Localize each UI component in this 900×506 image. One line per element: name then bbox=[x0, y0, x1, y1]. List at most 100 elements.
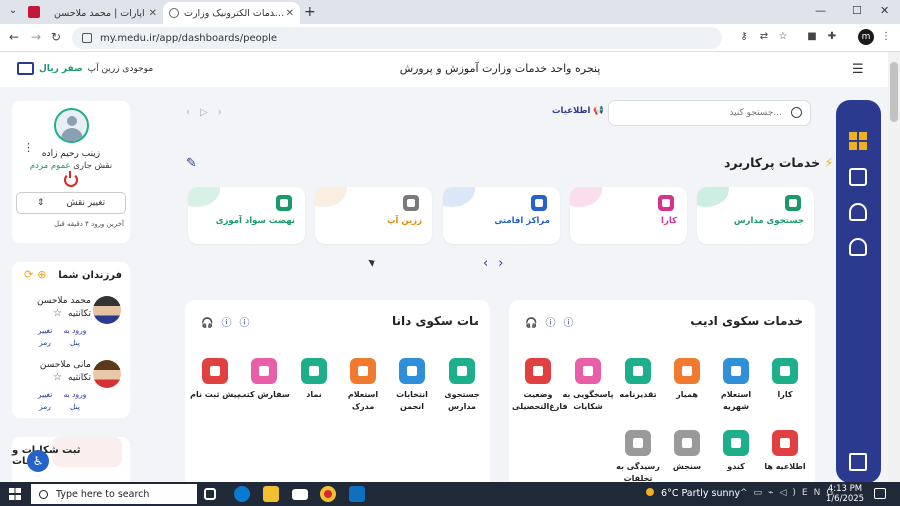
carousel-next-icon[interactable]: › bbox=[498, 256, 513, 271]
tab-search-icon[interactable]: ⌄ bbox=[6, 5, 20, 19]
edge-browser-icon[interactable] bbox=[234, 486, 250, 502]
browser-tab-medu[interactable]: پنجره واحد خدمات الکترونیک وزارت ✕ bbox=[163, 2, 300, 24]
service-icon bbox=[772, 430, 798, 456]
taskbar-search[interactable]: Type here to search bbox=[31, 484, 197, 504]
service-item[interactable]: کارا bbox=[759, 358, 811, 401]
student-cap-icon[interactable] bbox=[849, 203, 867, 221]
service-item[interactable]: جستجوی مدارس bbox=[436, 358, 488, 413]
service-icon bbox=[276, 195, 292, 211]
hamburger-menu-icon[interactable]: ☰ bbox=[852, 62, 864, 77]
graduate-icon[interactable] bbox=[849, 238, 867, 256]
file-explorer-icon[interactable] bbox=[263, 486, 279, 502]
service-item[interactable]: اطلاعیه ها bbox=[759, 430, 811, 473]
service-item[interactable]: انتخابات انجمن bbox=[386, 358, 438, 413]
announcements-link[interactable]: اطلاعیات 📢 bbox=[552, 106, 607, 116]
extensions-puzzle-icon[interactable]: ✚ bbox=[826, 31, 838, 43]
page-scrollbar[interactable] bbox=[888, 52, 900, 482]
service-label: تقدیرنامه bbox=[619, 390, 657, 399]
password-key-icon[interactable]: ⚷ bbox=[738, 31, 750, 43]
change-password-link[interactable]: تغییر رمز bbox=[31, 325, 59, 349]
address-bar[interactable]: my.medu.ir/app/dashboards/people bbox=[72, 27, 722, 49]
service-label: کارا bbox=[777, 390, 793, 399]
new-tab-icon[interactable]: + bbox=[304, 4, 316, 20]
service-item[interactable]: کندو bbox=[710, 430, 762, 473]
taskbar-clock[interactable]: 4:13 PM 1/6/2025 bbox=[822, 484, 868, 504]
service-item[interactable]: سفارش کتب bbox=[238, 358, 290, 401]
translate-icon[interactable]: ⇄ bbox=[758, 31, 770, 43]
windows-taskbar: Type here to search 6°C Partly sunny ^▭⌁… bbox=[0, 482, 900, 506]
mail-icon[interactable] bbox=[292, 489, 308, 500]
fast-service-card[interactable]: مراکز اقامتی bbox=[443, 187, 560, 244]
service-item[interactable]: پاسخگویی به شکایات bbox=[562, 358, 614, 413]
fast-service-card[interactable]: زرین آپ bbox=[315, 187, 432, 244]
wallet-icon bbox=[17, 62, 34, 75]
bookmark-star-icon[interactable]: ☆ bbox=[777, 31, 789, 43]
service-icon bbox=[399, 358, 425, 384]
search-icon[interactable] bbox=[791, 107, 802, 118]
service-label: جستجوی مدارس bbox=[444, 390, 480, 411]
outlook-icon[interactable] bbox=[349, 486, 365, 502]
panel-header-icons[interactable]: 🎧ⓘⓘ bbox=[525, 314, 581, 329]
service-item[interactable]: نماد bbox=[288, 358, 340, 401]
tab-close-icon[interactable]: ✕ bbox=[149, 8, 157, 19]
browser-menu-icon[interactable]: ⋮ bbox=[880, 31, 892, 43]
service-icon bbox=[625, 430, 651, 456]
service-icon bbox=[658, 195, 674, 211]
forward-icon[interactable]: → bbox=[31, 30, 41, 44]
task-view-icon[interactable] bbox=[204, 488, 216, 500]
profile-avatar[interactable]: m bbox=[858, 29, 874, 45]
service-item[interactable]: وضعیت فارغ‌التحصیلی bbox=[512, 358, 568, 413]
favorite-star-icon[interactable]: ☆ bbox=[53, 372, 62, 383]
close-window-icon[interactable]: ✕ bbox=[880, 4, 889, 17]
fast-service-card[interactable]: جستجوی مدارس bbox=[697, 187, 814, 244]
service-item[interactable]: استعلام مدرک bbox=[337, 358, 389, 413]
change-password-link[interactable]: تغییر رمز bbox=[31, 389, 59, 413]
clock-date: 1/6/2025 bbox=[825, 494, 865, 504]
service-item[interactable]: استعلام شهریه bbox=[710, 358, 762, 413]
tab-close-icon[interactable]: ✕ bbox=[286, 8, 294, 19]
panel-header-icons[interactable]: 🎧ⓘⓘ bbox=[201, 314, 257, 329]
notifications-icon[interactable] bbox=[874, 488, 886, 499]
search-box[interactable]: جستجو کنید... bbox=[608, 100, 811, 126]
change-role-select[interactable]: ⇕ تغییر نقش bbox=[16, 192, 126, 214]
dashboard-grid-icon[interactable] bbox=[849, 132, 867, 150]
extension-icon[interactable]: ■ bbox=[806, 31, 818, 43]
service-item[interactable]: همیار bbox=[661, 358, 713, 401]
support-icon: 🎧 bbox=[525, 318, 546, 329]
windows-start-icon[interactable] bbox=[9, 488, 21, 500]
wallet-balance[interactable]: موجودی زرین آپ صفر ریال bbox=[17, 62, 153, 75]
edit-pencil-icon[interactable]: ✎ bbox=[186, 156, 197, 171]
fast-service-card[interactable]: نهضت سواد آموزی bbox=[188, 187, 305, 244]
service-label: جستجوی مدارس bbox=[733, 216, 804, 226]
enter-panel-link[interactable]: ورود به پنل bbox=[61, 389, 89, 413]
service-item[interactable]: تقدیرنامه bbox=[612, 358, 664, 401]
maximize-icon[interactable]: ☐ bbox=[852, 4, 862, 17]
role-label: نقش جاری bbox=[73, 161, 113, 171]
minimize-icon[interactable]: — bbox=[815, 4, 826, 17]
child-name: محمد ملاحسن bbox=[36, 296, 91, 306]
logout-power-icon[interactable] bbox=[64, 171, 78, 187]
site-info-icon[interactable] bbox=[82, 33, 92, 43]
child-photo bbox=[93, 296, 121, 324]
browser-tab-aparat[interactable]: آپارات | محمد ملاحسن ✕ bbox=[48, 2, 163, 24]
media-controls[interactable]: ‹▷› bbox=[186, 107, 232, 118]
fast-service-card[interactable]: کارا bbox=[570, 187, 687, 244]
reload-icon[interactable]: ↻ bbox=[51, 30, 61, 44]
carousel-nav[interactable]: ‹› bbox=[483, 256, 513, 271]
weather-temperature: 6°C bbox=[661, 488, 679, 499]
carousel-prev-icon[interactable]: ‹ bbox=[483, 256, 498, 271]
back-icon[interactable]: ← bbox=[9, 30, 19, 44]
accessibility-icon[interactable]: ♿ bbox=[27, 450, 49, 472]
help-icon: ⓘ bbox=[563, 318, 582, 329]
chrome-icon[interactable] bbox=[320, 486, 336, 502]
scrollbar-thumb[interactable] bbox=[890, 62, 898, 122]
children-action-icons[interactable]: ⟳⊕ bbox=[24, 268, 50, 281]
logout-icon[interactable] bbox=[849, 453, 867, 471]
service-item[interactable]: پیش ثبت نام bbox=[189, 358, 241, 401]
favorite-star-icon[interactable]: ☆ bbox=[53, 308, 62, 319]
enter-panel-link[interactable]: ورود به پنل bbox=[61, 325, 89, 349]
pinned-tab-icon[interactable] bbox=[28, 6, 40, 18]
weather-widget[interactable]: 6°C Partly sunny bbox=[646, 488, 740, 499]
services-book-icon[interactable] bbox=[849, 168, 867, 186]
service-item[interactable]: سنجش bbox=[661, 430, 713, 473]
